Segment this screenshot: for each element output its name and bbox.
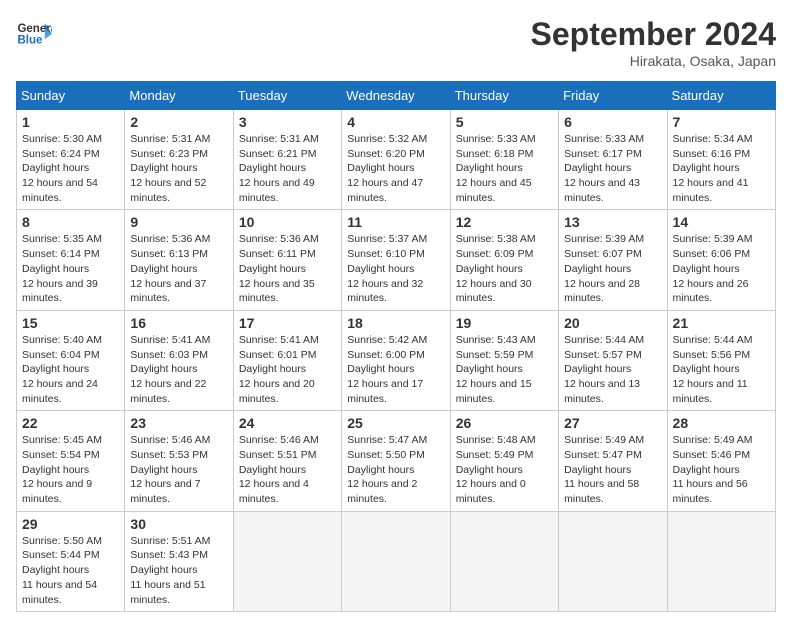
table-row: 13 Sunrise: 5:39 AMSunset: 6:07 PMDaylig… (559, 210, 667, 310)
empty-cell (559, 511, 667, 611)
table-row: 14 Sunrise: 5:39 AMSunset: 6:06 PMDaylig… (667, 210, 775, 310)
table-row: 30 Sunrise: 5:51 AMSunset: 5:43 PMDaylig… (125, 511, 233, 611)
table-row: 6 Sunrise: 5:33 AMSunset: 6:17 PMDayligh… (559, 110, 667, 210)
empty-cell (342, 511, 450, 611)
table-row: 4 Sunrise: 5:32 AMSunset: 6:20 PMDayligh… (342, 110, 450, 210)
empty-cell (450, 511, 558, 611)
header-tuesday: Tuesday (233, 82, 341, 110)
table-row: 21 Sunrise: 5:44 AMSunset: 5:56 PMDaylig… (667, 310, 775, 410)
location: Hirakata, Osaka, Japan (531, 53, 776, 69)
header-sunday: Sunday (17, 82, 125, 110)
calendar-week-3: 15 Sunrise: 5:40 AMSunset: 6:04 PMDaylig… (17, 310, 776, 410)
month-title: September 2024 (531, 16, 776, 53)
table-row: 1 Sunrise: 5:30 AMSunset: 6:24 PMDayligh… (17, 110, 125, 210)
table-row: 12 Sunrise: 5:38 AMSunset: 6:09 PMDaylig… (450, 210, 558, 310)
calendar-week-5: 29 Sunrise: 5:50 AMSunset: 5:44 PMDaylig… (17, 511, 776, 611)
page-header: General Blue September 2024 Hirakata, Os… (16, 16, 776, 69)
header-thursday: Thursday (450, 82, 558, 110)
table-row: 29 Sunrise: 5:50 AMSunset: 5:44 PMDaylig… (17, 511, 125, 611)
table-row: 18 Sunrise: 5:42 AMSunset: 6:00 PMDaylig… (342, 310, 450, 410)
header-monday: Monday (125, 82, 233, 110)
table-row: 9 Sunrise: 5:36 AMSunset: 6:13 PMDayligh… (125, 210, 233, 310)
calendar-table: Sunday Monday Tuesday Wednesday Thursday… (16, 81, 776, 612)
table-row: 3 Sunrise: 5:31 AMSunset: 6:21 PMDayligh… (233, 110, 341, 210)
table-row: 17 Sunrise: 5:41 AMSunset: 6:01 PMDaylig… (233, 310, 341, 410)
table-row: 25 Sunrise: 5:47 AMSunset: 5:50 PMDaylig… (342, 411, 450, 511)
table-row: 22 Sunrise: 5:45 AMSunset: 5:54 PMDaylig… (17, 411, 125, 511)
table-row: 24 Sunrise: 5:46 AMSunset: 5:51 PMDaylig… (233, 411, 341, 511)
table-row: 16 Sunrise: 5:41 AMSunset: 6:03 PMDaylig… (125, 310, 233, 410)
table-row: 10 Sunrise: 5:36 AMSunset: 6:11 PMDaylig… (233, 210, 341, 310)
header-friday: Friday (559, 82, 667, 110)
table-row: 5 Sunrise: 5:33 AMSunset: 6:18 PMDayligh… (450, 110, 558, 210)
calendar-week-4: 22 Sunrise: 5:45 AMSunset: 5:54 PMDaylig… (17, 411, 776, 511)
table-row: 2 Sunrise: 5:31 AMSunset: 6:23 PMDayligh… (125, 110, 233, 210)
calendar-week-2: 8 Sunrise: 5:35 AMSunset: 6:14 PMDayligh… (17, 210, 776, 310)
calendar-week-1: 1 Sunrise: 5:30 AMSunset: 6:24 PMDayligh… (17, 110, 776, 210)
calendar-header-row: Sunday Monday Tuesday Wednesday Thursday… (17, 82, 776, 110)
logo-icon: General Blue (16, 16, 52, 52)
empty-cell (667, 511, 775, 611)
table-row: 20 Sunrise: 5:44 AMSunset: 5:57 PMDaylig… (559, 310, 667, 410)
table-row: 19 Sunrise: 5:43 AMSunset: 5:59 PMDaylig… (450, 310, 558, 410)
header-wednesday: Wednesday (342, 82, 450, 110)
table-row: 11 Sunrise: 5:37 AMSunset: 6:10 PMDaylig… (342, 210, 450, 310)
header-saturday: Saturday (667, 82, 775, 110)
logo: General Blue (16, 16, 52, 52)
table-row: 15 Sunrise: 5:40 AMSunset: 6:04 PMDaylig… (17, 310, 125, 410)
title-area: September 2024 Hirakata, Osaka, Japan (531, 16, 776, 69)
svg-text:Blue: Blue (17, 34, 43, 46)
table-row: 26 Sunrise: 5:48 AMSunset: 5:49 PMDaylig… (450, 411, 558, 511)
table-row: 7 Sunrise: 5:34 AMSunset: 6:16 PMDayligh… (667, 110, 775, 210)
empty-cell (233, 511, 341, 611)
table-row: 27 Sunrise: 5:49 AMSunset: 5:47 PMDaylig… (559, 411, 667, 511)
table-row: 23 Sunrise: 5:46 AMSunset: 5:53 PMDaylig… (125, 411, 233, 511)
table-row: 28 Sunrise: 5:49 AMSunset: 5:46 PMDaylig… (667, 411, 775, 511)
table-row: 8 Sunrise: 5:35 AMSunset: 6:14 PMDayligh… (17, 210, 125, 310)
